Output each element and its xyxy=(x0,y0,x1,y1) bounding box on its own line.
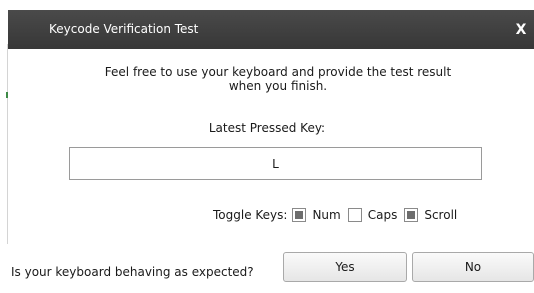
latest-key-value: L xyxy=(272,156,279,171)
num-lock-checkbox[interactable] xyxy=(292,208,307,222)
instructions-line-2: when you finish. xyxy=(228,79,328,93)
latest-key-display: L xyxy=(69,147,482,180)
close-button[interactable]: X xyxy=(508,10,534,49)
dialog-titlebar: Keycode Verification Test X xyxy=(8,10,534,49)
scroll-lock-label: Scroll xyxy=(424,208,458,222)
dialog-body: Feel free to use your keyboard and provi… xyxy=(8,49,534,293)
no-button[interactable]: No xyxy=(412,252,534,282)
keyboard-question: Is your keyboard behaving as expected? xyxy=(11,265,254,279)
yes-button[interactable]: Yes xyxy=(283,252,407,282)
caps-lock-checkbox[interactable] xyxy=(347,208,362,222)
num-lock-label: Num xyxy=(312,208,341,222)
scroll-lock-checkbox[interactable] xyxy=(404,208,419,222)
toggle-keys-row: Toggle Keys: Num Caps Scroll xyxy=(213,206,464,224)
instructions-text: Feel free to use your keyboard and provi… xyxy=(68,65,488,93)
app-stage: Keycode Verification Test X Feel free to… xyxy=(0,0,534,293)
dialog-title: Keycode Verification Test xyxy=(49,22,199,36)
caps-lock-label: Caps xyxy=(367,208,398,222)
toggle-keys-label: Toggle Keys: xyxy=(213,208,288,222)
latest-key-label: Latest Pressed Key: xyxy=(208,121,326,135)
close-icon: X xyxy=(515,21,527,38)
instructions-line-1: Feel free to use your keyboard and provi… xyxy=(104,65,452,79)
